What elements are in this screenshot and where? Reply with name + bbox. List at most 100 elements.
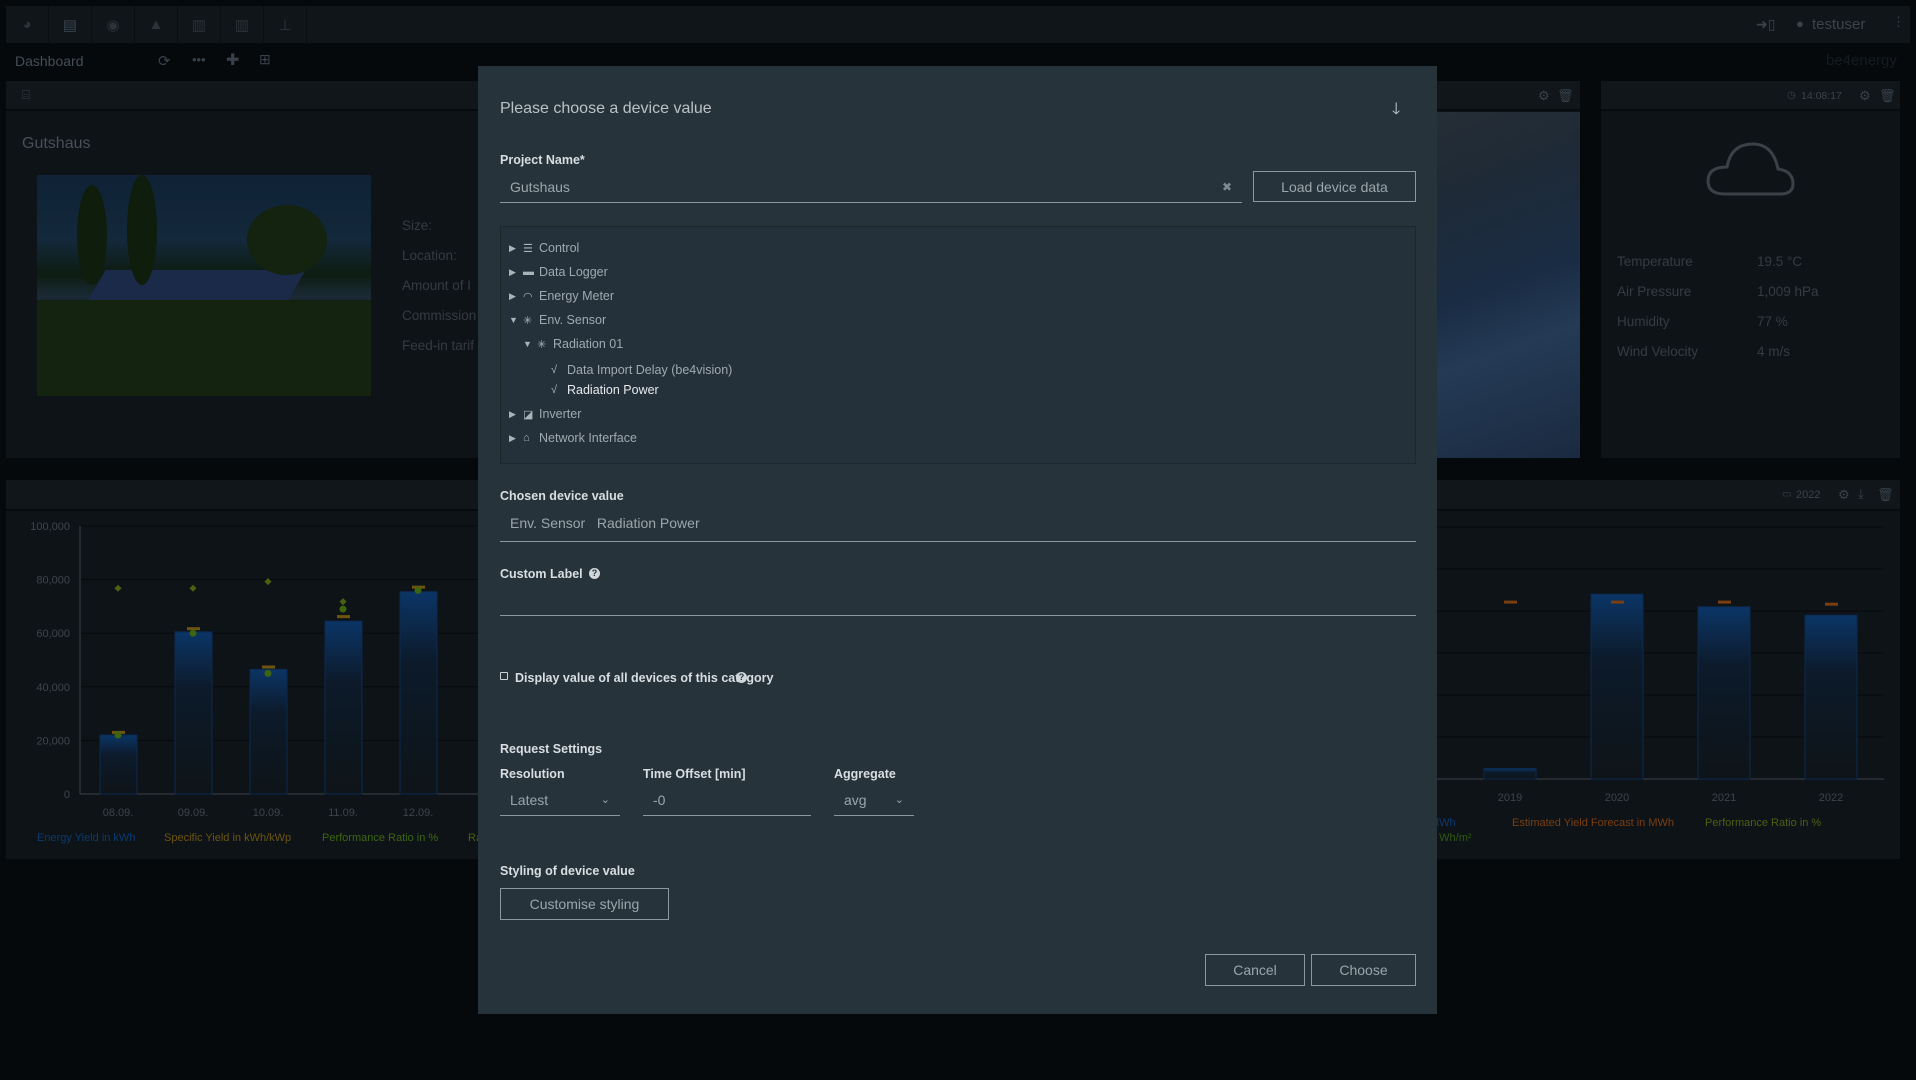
y-tick-label: 80,000 <box>36 575 70 587</box>
caret-right-icon[interactable]: ▶ <box>509 409 523 420</box>
forecast-marker <box>1718 600 1731 604</box>
arrow-down-icon[interactable]: 🡓 <box>1392 98 1400 125</box>
bar <box>1483 768 1537 780</box>
all-devices-checkbox[interactable] <box>500 672 508 680</box>
choose-button[interactable]: Choose <box>1311 954 1416 986</box>
x-tick-label: 11.09. <box>328 807 358 819</box>
ra-marker <box>114 584 122 592</box>
tree-item[interactable]: ▶ ⌂ Network Interface <box>509 431 637 445</box>
performance-ratio-marker <box>339 605 347 613</box>
sliders-icon: ☰ <box>523 242 533 255</box>
custom-label-input[interactable] <box>500 586 1416 616</box>
bar <box>399 591 438 795</box>
tree-item[interactable]: ▶ ☰ Control <box>509 241 579 255</box>
sun-thermometer-icon: ✳ <box>537 338 547 351</box>
resolution-value: Latest <box>510 792 549 808</box>
bar <box>249 668 288 795</box>
bar <box>99 734 138 795</box>
help-icon[interactable]: ? <box>736 672 747 683</box>
legend-item: Performance Ratio in % <box>1705 817 1821 829</box>
all-devices-label[interactable]: Display value of all devices of this cat… <box>515 671 773 685</box>
caret-down-icon[interactable]: ▼ <box>509 315 523 325</box>
resolution-label: Resolution <box>500 767 565 781</box>
custom-label-label: Custom Label <box>500 567 583 581</box>
y-tick-label: 100,000 <box>30 521 70 533</box>
styling-label: Styling of device value <box>500 864 635 878</box>
project-name-input[interactable]: Gutshaus ✖ <box>500 176 1242 203</box>
tree-item[interactable]: √ Radiation Power <box>537 383 659 397</box>
tree-item-label: Radiation 01 <box>553 337 624 351</box>
performance-ratio-marker <box>114 731 122 739</box>
ra-marker <box>264 578 272 586</box>
chevron-down-icon: ⌄ <box>894 794 904 806</box>
y-tick-label: 0 <box>64 789 70 801</box>
aggregate-label: Aggregate <box>834 767 896 781</box>
gauge-icon: ◠ <box>523 290 533 303</box>
specific-yield-marker <box>262 665 275 669</box>
tree-item[interactable]: ▶ ▬ Data Logger <box>509 265 608 279</box>
x-tick-label: 08.09. <box>103 807 134 819</box>
y-tick-label: 20,000 <box>36 735 70 747</box>
tree-item-label: Energy Meter <box>539 289 615 303</box>
resolution-select[interactable]: Latest ⌄ <box>500 789 620 816</box>
request-settings-heading: Request Settings <box>500 742 603 756</box>
forecast-marker <box>1504 600 1517 604</box>
ra-marker <box>189 584 197 592</box>
forecast-marker <box>1611 600 1624 604</box>
sun-thermometer-icon: ✳ <box>523 314 533 327</box>
x-tick-label: 10.09. <box>253 807 284 819</box>
x-tick-label: 2020 <box>1605 792 1629 804</box>
load-device-data-button[interactable]: Load device data <box>1253 171 1416 202</box>
signal-icon: √ <box>551 384 558 396</box>
forecast-marker <box>1825 602 1838 606</box>
legend-item: Energy Yield in kWh <box>37 832 135 844</box>
performance-ratio-marker <box>414 586 422 594</box>
network-icon: ⌂ <box>523 432 530 444</box>
performance-ratio-marker <box>264 669 272 677</box>
choose-device-modal: Please choose a device value 🡓 Project N… <box>478 66 1437 1014</box>
y-tick-label: 60,000 <box>36 628 70 640</box>
x-tick-label: 2019 <box>1498 792 1522 804</box>
signal-icon: √ <box>551 364 558 376</box>
bar <box>324 620 363 795</box>
caret-down-icon[interactable]: ▼ <box>523 339 537 349</box>
chosen-device-label: Chosen device value <box>500 489 624 503</box>
legend-item: Estimated Yield Forecast in MWh <box>1512 817 1674 829</box>
chosen-device-field[interactable]: Env. Sensor Radiation Power <box>500 512 1416 542</box>
tree-item[interactable]: ▶ ◪ Inverter <box>509 407 581 421</box>
caret-right-icon[interactable]: ▶ <box>509 291 523 302</box>
help-icon[interactable]: ? <box>589 568 600 579</box>
time-offset-label: Time Offset [min] <box>643 767 746 781</box>
tree-item[interactable]: √ Data Import Delay (be4vision) <box>537 363 732 377</box>
caret-right-icon[interactable]: ▶ <box>509 433 523 444</box>
tree-item-label: Radiation Power <box>567 383 659 397</box>
device-tree: ▶ ☰ Control ▶ ▬ Data Logger ▶ ◠ Energy Meter ▼ ✳ En… <box>500 226 1416 464</box>
bar <box>1804 614 1858 780</box>
aggregate-select[interactable]: avg ⌄ <box>834 789 914 816</box>
tree-item-label: Control <box>539 241 580 255</box>
modal-title: Please choose a device value <box>500 100 712 117</box>
customise-styling-button[interactable]: Customise styling <box>500 888 669 920</box>
tree-item-label: Inverter <box>539 407 582 421</box>
tree-item-label: Env. Sensor <box>539 313 607 327</box>
tree-item[interactable]: ▼ ✳ Env. Sensor <box>509 313 606 327</box>
bar <box>174 631 213 795</box>
project-name-label: Project Name* <box>500 153 585 167</box>
time-offset-input[interactable]: -0 <box>643 789 811 816</box>
caret-right-icon[interactable]: ▶ <box>509 267 523 278</box>
tree-item-label: Data Logger <box>539 265 608 279</box>
x-tick-label: 2022 <box>1819 792 1843 804</box>
bar <box>1590 593 1644 780</box>
tree-item[interactable]: ▼ ✳ Radiation 01 <box>523 337 623 351</box>
inverter-icon: ◪ <box>523 408 534 421</box>
specific-yield-marker <box>337 615 350 619</box>
project-name-value: Gutshaus <box>510 179 570 195</box>
clear-icon[interactable]: ✖ <box>1222 176 1232 198</box>
tree-item[interactable]: ▶ ◠ Energy Meter <box>509 289 614 303</box>
caret-right-icon[interactable]: ▶ <box>509 243 523 254</box>
cancel-button[interactable]: Cancel <box>1205 954 1305 986</box>
specific-yield-marker <box>187 627 200 631</box>
tree-item-label: Network Interface <box>539 431 637 445</box>
legend-item: Specific Yield in kWh/kWp <box>164 832 291 844</box>
x-tick-label: 09.09. <box>178 807 209 819</box>
